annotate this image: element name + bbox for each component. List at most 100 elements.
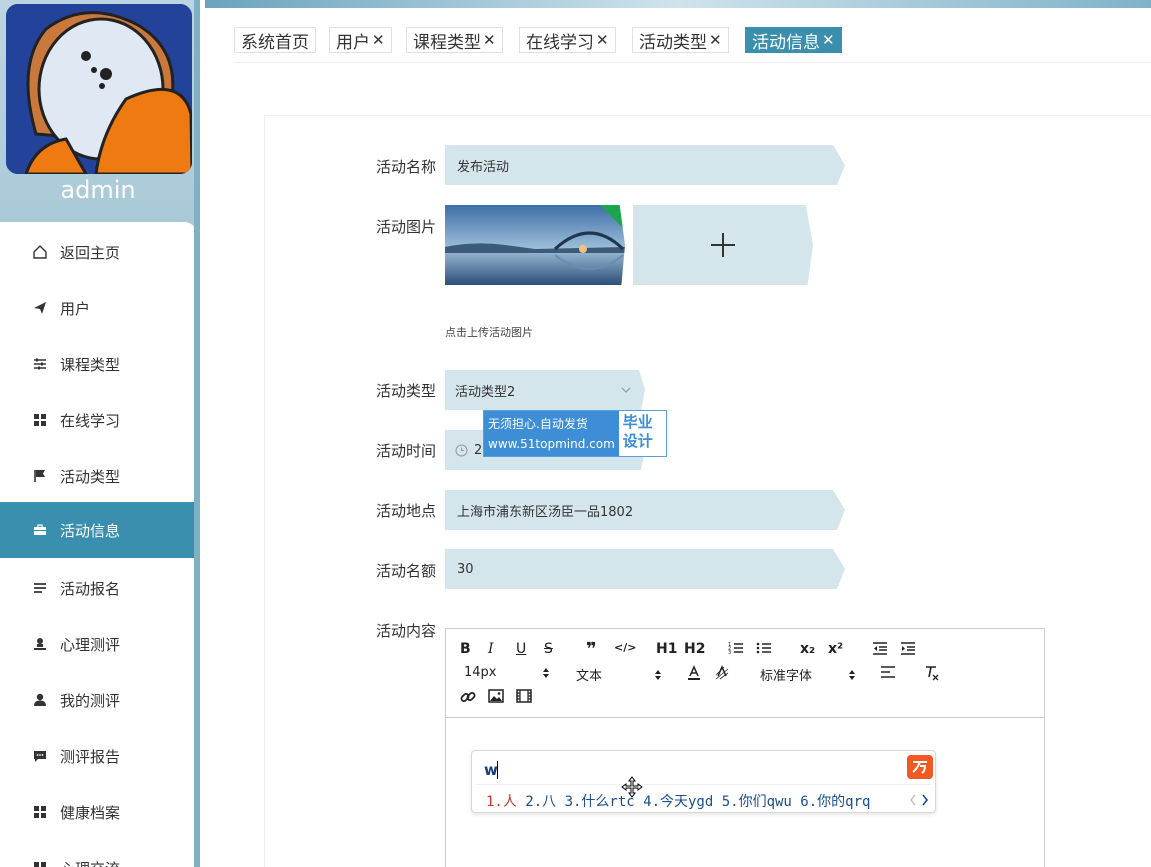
bold-button[interactable]: B xyxy=(460,641,471,657)
superscript-button[interactable]: x² xyxy=(828,641,843,657)
h1-icon: H1 xyxy=(656,641,678,657)
indent-button[interactable] xyxy=(900,641,916,655)
code-block-button[interactable]: </> xyxy=(614,641,636,654)
sidebar-item-assessment-report[interactable]: 测评报告 xyxy=(0,728,198,784)
ime-divider xyxy=(476,784,931,785)
header1-button[interactable]: H1 xyxy=(656,641,677,657)
briefcase-icon xyxy=(32,522,48,538)
ime-page-arrows-icon[interactable] xyxy=(909,794,929,806)
sidebar-item-label: 健康档案 xyxy=(60,803,121,822)
close-icon[interactable]: ✕ xyxy=(483,31,496,49)
indent-icon xyxy=(901,642,915,655)
tab-online-learning[interactable]: 在线学习 ✕ xyxy=(519,27,616,53)
clear-format-button[interactable] xyxy=(924,665,940,681)
header-type-select[interactable]: 文本 xyxy=(576,665,662,684)
tab-activity-types[interactable]: 活动类型 ✕ xyxy=(632,27,729,53)
type-value: 活动类型2 xyxy=(455,384,516,400)
sidebar-item-home[interactable]: 返回主页 xyxy=(0,224,198,280)
ime-candidate-window[interactable]: w 1.人 2.八 3.什么rtc 4.今天ygd 5.你们qwu 6.你的qr… xyxy=(471,750,936,813)
close-icon[interactable]: ✕ xyxy=(709,31,722,49)
close-icon[interactable]: ✕ xyxy=(596,31,609,49)
tab-home[interactable]: 系统首页 xyxy=(234,27,316,53)
align-left-icon xyxy=(881,666,895,678)
underline-button[interactable]: U xyxy=(516,641,526,657)
h2-icon: H2 xyxy=(684,641,706,657)
name-value: 发布活动 xyxy=(457,159,510,175)
name-input[interactable]: 发布活动 xyxy=(445,145,845,185)
ime-candidate-first[interactable]: 1.人 xyxy=(486,794,517,810)
sliders-icon xyxy=(32,356,48,372)
watermark-right: 毕业 设计 xyxy=(618,411,666,456)
quota-input[interactable]: 30 xyxy=(445,549,845,589)
type-select[interactable]: 活动类型2 xyxy=(445,370,645,410)
link-button[interactable] xyxy=(460,689,476,705)
superscript-icon: x² xyxy=(828,641,844,657)
quota-value: 30 xyxy=(457,561,474,577)
sidebar-item-my-assessment[interactable]: 我的测评 xyxy=(0,672,198,728)
user-stamp-icon xyxy=(32,636,48,652)
sidebar-item-users[interactable]: 用户 xyxy=(0,280,198,336)
sidebar-item-psych-exchange[interactable]: 心理交流 xyxy=(0,840,198,867)
svg-text:3: 3 xyxy=(728,650,731,655)
comment-icon xyxy=(32,748,48,764)
link-icon xyxy=(460,692,476,702)
location-value: 上海市浦东新区汤臣一品1802 xyxy=(457,504,634,520)
sidebar-item-course-types[interactable]: 课程类型 xyxy=(0,336,198,392)
tab-activity-info[interactable]: 活动信息 ✕ xyxy=(745,27,842,53)
sidebar-item-label: 活动报名 xyxy=(60,579,121,598)
font-color-icon xyxy=(688,665,700,680)
sidebar: admin 返回主页 用户 课程类型 在线学习 活动类型 活动信息 活动报名 心… xyxy=(0,0,200,867)
font-color-button[interactable] xyxy=(686,665,702,681)
upload-image-button[interactable] xyxy=(633,205,813,285)
uploaded-image[interactable] xyxy=(445,205,625,285)
outdent-button[interactable] xyxy=(872,641,888,655)
sidebar-item-activity-types[interactable]: 活动类型 xyxy=(0,448,198,504)
updown-icon xyxy=(655,669,661,680)
watermark-line1: 无须担心.自动发货 xyxy=(488,417,588,431)
home-icon xyxy=(32,244,48,260)
blockquote-button[interactable]: ❞ xyxy=(586,639,597,660)
sidebar-item-activity-signup[interactable]: 活动报名 xyxy=(0,560,198,616)
updown-icon xyxy=(543,667,549,678)
italic-button[interactable]: I xyxy=(488,641,494,657)
ime-candidates[interactable]: 1.人 2.八 3.什么rtc 4.今天ygd 5.你们qwu 6.你的qrq xyxy=(486,791,870,811)
tab-users[interactable]: 用户 ✕ xyxy=(329,27,392,53)
sidebar-item-activity-info[interactable]: 活动信息 xyxy=(0,502,198,558)
ime-logo-icon[interactable] xyxy=(907,755,933,779)
close-icon[interactable]: ✕ xyxy=(372,31,385,49)
user-icon xyxy=(32,692,48,708)
align-button[interactable] xyxy=(880,665,896,679)
outdent-icon xyxy=(873,642,887,655)
clear-format-icon xyxy=(926,666,939,681)
sidebar-item-psych-assessment[interactable]: 心理测评 xyxy=(0,616,198,672)
location-input[interactable]: 上海市浦东新区汤臣一品1802 xyxy=(445,490,845,530)
header2-button[interactable]: H2 xyxy=(684,641,705,657)
bullet-list-button[interactable] xyxy=(756,641,772,655)
close-icon[interactable]: ✕ xyxy=(822,31,835,49)
time-value: 2 xyxy=(474,442,483,458)
plus-icon xyxy=(711,233,735,257)
username: admin xyxy=(60,176,136,204)
move-cursor-icon xyxy=(621,776,643,798)
font-size-select[interactable]: 14px xyxy=(464,665,550,680)
chevron-down-icon xyxy=(621,387,631,393)
sidebar-item-label: 我的测评 xyxy=(60,691,121,710)
location-label: 活动地点 xyxy=(375,502,436,520)
sidebar-item-online-learning[interactable]: 在线学习 xyxy=(0,392,198,448)
font-family-select[interactable]: 标准字体 xyxy=(760,665,856,684)
strike-button[interactable]: S xyxy=(544,641,553,657)
tab-label: 课程类型 xyxy=(413,32,481,53)
quota-label: 活动名额 xyxy=(375,562,436,580)
tab-label: 系统首页 xyxy=(241,32,309,53)
tab-label: 在线学习 xyxy=(526,32,594,53)
sidebar-item-health-records[interactable]: 健康档案 xyxy=(0,784,198,840)
watermark-right2: 设计 xyxy=(622,432,653,450)
tab-course-types[interactable]: 课程类型 ✕ xyxy=(406,27,503,53)
subscript-button[interactable]: x₂ xyxy=(800,641,815,657)
sidebar-item-label: 返回主页 xyxy=(60,243,121,262)
image-button[interactable] xyxy=(488,689,504,703)
background-color-button[interactable] xyxy=(714,665,730,681)
video-button[interactable] xyxy=(516,689,532,703)
ordered-list-button[interactable]: 123 xyxy=(728,641,744,655)
ime-input-text: w xyxy=(484,761,498,779)
